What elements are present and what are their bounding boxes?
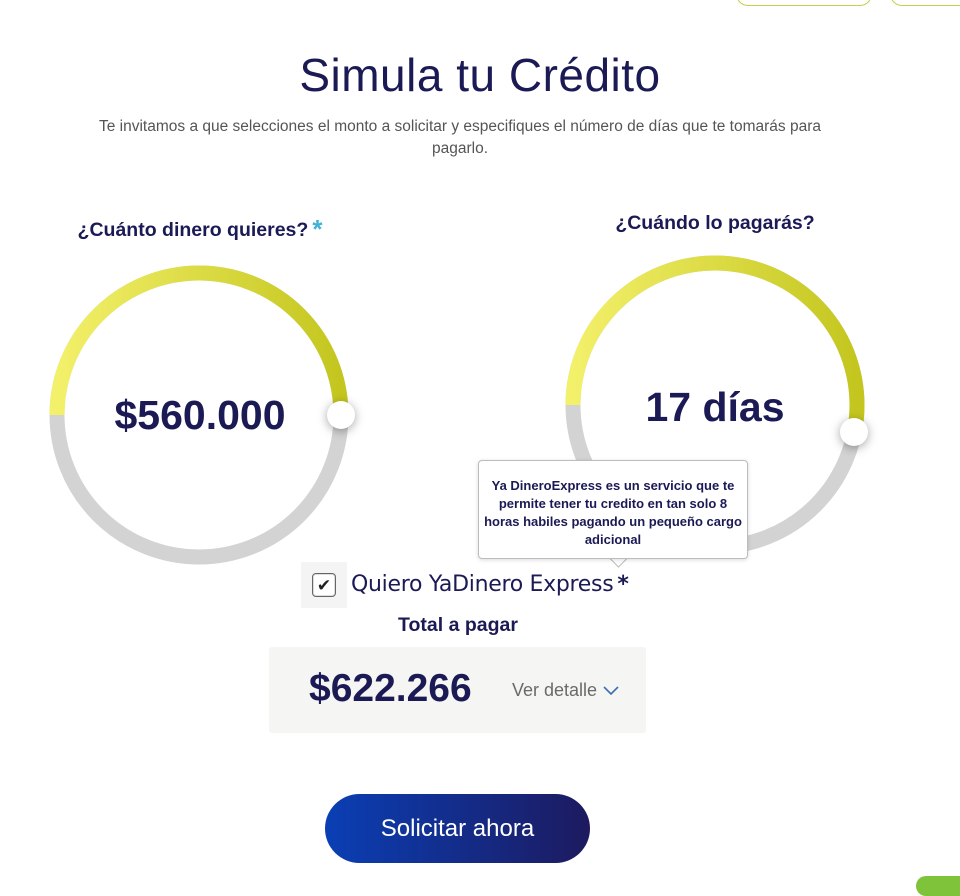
page-subtitle: Te invitamos a que selecciones el monto … (99, 118, 821, 157)
express-label-text: Quiero YaDinero Express (351, 572, 614, 597)
total-label: Total a pagar (398, 614, 518, 636)
checkbox-box[interactable]: ✔ (312, 573, 336, 597)
days-dial-label: ¿Cuándo lo pagarás? (615, 212, 815, 234)
chat-widget-button[interactable] (916, 876, 960, 896)
amount-dial-label-text: ¿Cuánto dinero quieres? (77, 219, 309, 241)
chevron-down-icon (603, 685, 619, 695)
detail-link-text: Ver detalle (512, 680, 598, 700)
required-mark: * (312, 214, 323, 244)
amount-value: $560.000 (114, 392, 286, 438)
top-nav-button-right[interactable] (890, 0, 960, 6)
express-label[interactable]: Quiero YaDinero Express * (351, 572, 629, 597)
top-nav-button-left[interactable] (736, 0, 872, 6)
amount-dial-label: ¿Cuánto dinero quieres? * (50, 214, 350, 245)
page-title: Simula tu Crédito (299, 49, 661, 101)
amount-dial-knob[interactable] (327, 401, 355, 429)
required-mark: * (617, 572, 629, 597)
express-tooltip: Ya DineroExpress es un servicio que te p… (478, 460, 748, 559)
check-icon: ✔ (316, 575, 332, 595)
total-box: $622.266 Ver detalle (269, 647, 646, 733)
days-dial-knob[interactable] (840, 417, 869, 446)
days-value: 17 días (645, 384, 785, 430)
express-checkbox[interactable]: ✔ (301, 562, 347, 608)
detail-link[interactable]: Ver detalle (512, 680, 619, 701)
submit-button[interactable]: Solicitar ahora (325, 794, 590, 863)
total-amount: $622.266 (309, 667, 472, 710)
